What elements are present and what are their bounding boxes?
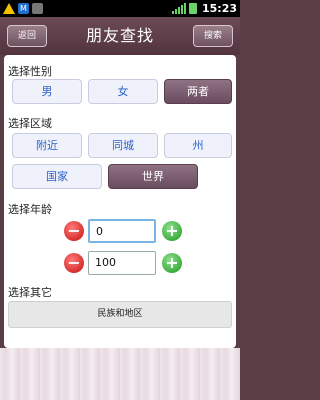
age-min-increase-button[interactable]: + <box>162 221 182 241</box>
ethnicity-region-button[interactable]: 民族和地区 <box>8 301 232 328</box>
region-option-nearby[interactable]: 附近 <box>12 133 82 158</box>
other-label: 选择其它 <box>8 286 52 299</box>
gender-option-both[interactable]: 两者 <box>164 79 232 104</box>
age-label: 选择年龄 <box>8 203 52 216</box>
app-notification-icon: M <box>18 3 29 14</box>
gender-label: 选择性别 <box>8 65 52 78</box>
battery-icon <box>188 3 197 14</box>
gender-option-female[interactable]: 女 <box>88 79 158 104</box>
age-max-input[interactable]: 100 <box>88 251 156 275</box>
status-time: 15:23 <box>201 2 237 15</box>
region-option-country[interactable]: 国家 <box>12 164 102 189</box>
status-bar: M 15:23 <box>0 0 240 17</box>
signal-icon <box>171 3 186 14</box>
region-label: 选择区域 <box>8 117 52 130</box>
warning-icon <box>3 3 15 14</box>
age-max-increase-button[interactable]: + <box>162 253 182 273</box>
region-option-state[interactable]: 州 <box>164 133 232 158</box>
age-min-decrease-button[interactable]: − <box>64 221 84 241</box>
usb-icon <box>32 3 43 14</box>
region-option-world[interactable]: 世界 <box>108 164 198 189</box>
back-button[interactable]: 返回 <box>7 25 47 47</box>
age-max-decrease-button[interactable]: − <box>64 253 84 273</box>
background-footer <box>0 348 240 400</box>
gender-option-male[interactable]: 男 <box>12 79 82 104</box>
title-bar: 朋友查找 返回 搜索 <box>0 17 240 55</box>
search-button[interactable]: 搜索 <box>193 25 233 47</box>
age-min-input[interactable]: 0 <box>88 219 156 243</box>
region-option-same-city[interactable]: 同城 <box>88 133 158 158</box>
filter-panel: 选择性别 男 女 两者 选择区域 附近 同城 州 国家 世界 选择年龄 − 0 … <box>4 55 236 348</box>
